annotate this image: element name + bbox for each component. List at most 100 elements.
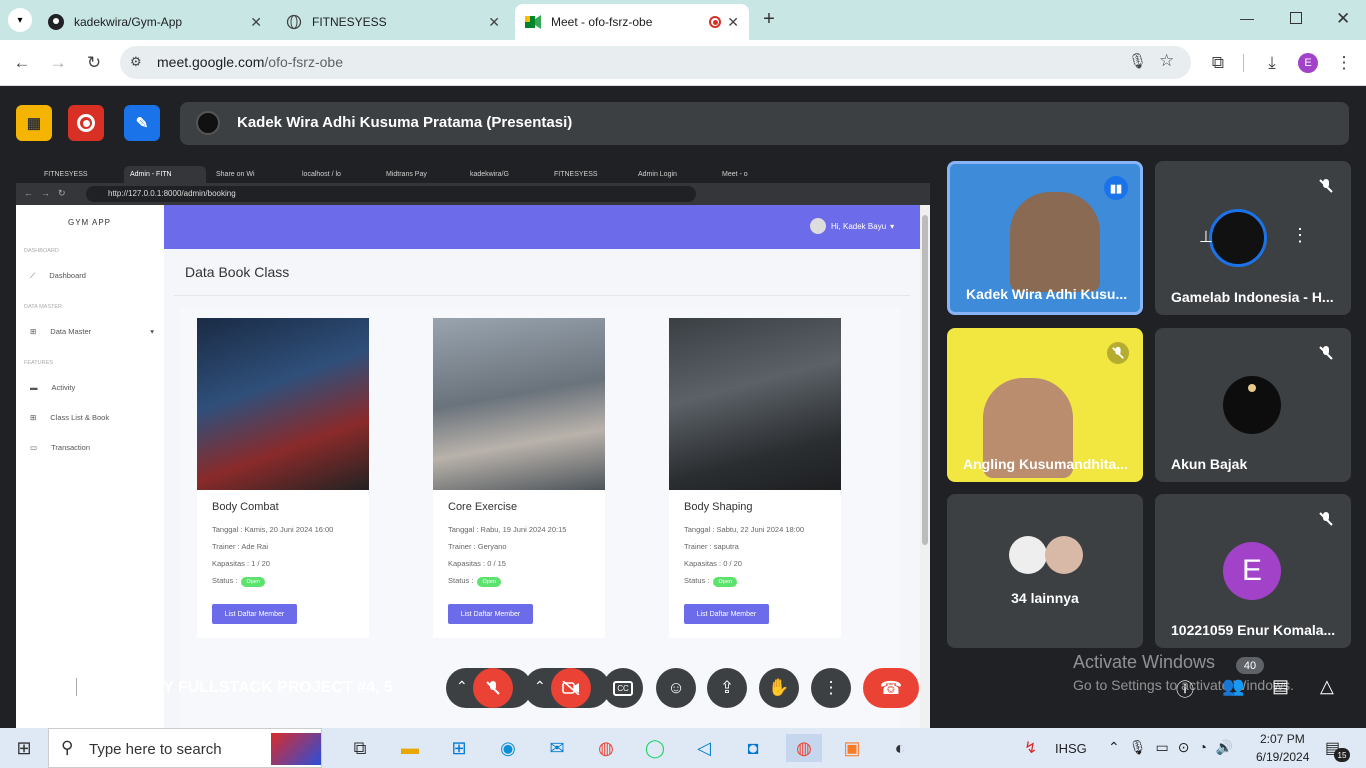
sidebar-item-dashboard[interactable]: ⟋ Dashboard	[30, 271, 86, 281]
class-card: Body Combat Tanggal : Kamis, 20 Juni 202…	[197, 318, 369, 638]
shared-tab-strip: FITNESYESS Admin - FITN Share on Wi loca…	[16, 163, 930, 183]
participant-tile[interactable]: ⊥ ⋮ Gamelab Indonesia - H...	[1155, 161, 1351, 315]
mail-icon[interactable]: ✉	[543, 734, 571, 762]
class-trainer: Trainer : saputra	[684, 542, 739, 551]
presentation-banner: Kadek Wira Adhi Kusuma Pratama (Presenta…	[180, 102, 1349, 145]
bookmark-star-icon[interactable]: ☆	[1159, 51, 1174, 71]
forward-button[interactable]: →	[46, 51, 70, 75]
mic-toggle-button[interactable]	[473, 668, 513, 708]
notification-count: 15	[1334, 748, 1350, 762]
shared-tab: Share on Wi	[216, 171, 255, 178]
url-path: /ofo-fsrz-obe	[264, 54, 343, 70]
more-options-icon[interactable]: ⋮	[1291, 225, 1309, 246]
participant-tile[interactable]: E 10221059 Enur Komala...	[1155, 494, 1351, 648]
browser-toolbar: ← → ↻ ⚙ meet.google.com/ofo-fsrz-obe 🎙 ☆…	[0, 40, 1366, 86]
back-button[interactable]: ←	[10, 51, 34, 75]
member-list-button[interactable]: List Daftar Member	[448, 604, 533, 624]
people-icon[interactable]: 👥	[1222, 676, 1244, 697]
task-view-icon[interactable]: ⧉	[346, 734, 374, 762]
status-badge: Open	[477, 577, 501, 587]
camera-toggle-button[interactable]	[551, 668, 591, 708]
tab-github[interactable]: kadekwira/Gym-App ✕	[38, 4, 272, 40]
activity-app-button[interactable]: ▦	[16, 105, 52, 141]
pin-icon[interactable]: ⊥	[1199, 227, 1213, 247]
meet-icon	[525, 14, 541, 30]
participant-avatar	[1223, 376, 1281, 434]
address-bar[interactable]: ⚙ meet.google.com/ofo-fsrz-obe 🎙 ☆	[120, 46, 1191, 79]
vscode-icon[interactable]: ◁	[690, 734, 718, 762]
extensions-icon[interactable]: ⧉	[1206, 51, 1230, 75]
participant-tile[interactable]: ▮▮ Kadek Wira Adhi Kusu...	[947, 161, 1143, 315]
chat-icon[interactable]: ▤	[1272, 676, 1289, 697]
meeting-time: 14.07	[24, 679, 65, 696]
chrome-icon[interactable]: ◍	[592, 734, 620, 762]
browser-menu-icon[interactable]: ⋮	[1332, 51, 1356, 75]
admin-sidebar: GYM APP DASHBOARD ⟋ Dashboard DATA MASTER…	[16, 205, 164, 733]
profile-avatar[interactable]: E	[1296, 51, 1320, 75]
participant-tile[interactable]: Akun Bajak	[1155, 328, 1351, 482]
meeting-details-icon[interactable]: ⓘ	[1176, 676, 1194, 702]
captions-button[interactable]: CC	[603, 668, 643, 708]
close-icon[interactable]: ✕	[488, 14, 500, 31]
leave-call-button[interactable]: ☎	[863, 668, 919, 708]
minimize-button[interactable]: —	[1240, 10, 1254, 26]
present-button[interactable]: ⇪	[707, 668, 747, 708]
reload-button[interactable]: ↻	[82, 51, 106, 75]
tab-search-button[interactable]: ▾	[8, 8, 32, 32]
chrome-profile-icon[interactable]: ◍	[786, 734, 822, 762]
store-icon[interactable]: ⊞	[445, 734, 473, 762]
tab-meet[interactable]: Meet - ofo-fsrz-obe ✕	[515, 4, 749, 40]
activities-icon[interactable]: △	[1320, 676, 1334, 697]
user-menu[interactable]: Hi, Kadek Bayu ▾	[810, 218, 894, 234]
class-capacity: Kapasitas : 1 / 20	[212, 559, 270, 568]
emoji-button[interactable]: ☺	[656, 668, 696, 708]
others-tile[interactable]: 34 lainnya	[947, 494, 1143, 648]
whatsapp-icon[interactable]: ◯	[641, 734, 669, 762]
class-trainer: Trainer : Ade Rai	[212, 542, 268, 551]
windows-start-icon[interactable]: ⊞	[10, 734, 38, 762]
recording-icon	[709, 16, 722, 28]
meet-window: ▦ ✎ Kadek Wira Adhi Kusuma Pratama (Pres…	[0, 86, 1366, 733]
shared-scrollbar	[920, 205, 930, 733]
clock-date[interactable]: 6/19/2024	[1256, 750, 1309, 764]
sidebar-item-class-list[interactable]: ⊞ Class List & Book	[30, 413, 109, 422]
tab-fitnesyess[interactable]: FITNESYESS ✕	[276, 4, 510, 40]
record-button[interactable]	[68, 105, 104, 141]
member-list-button[interactable]: List Daftar Member	[212, 604, 297, 624]
sidebar-item-data-master[interactable]: ⊞ Data Master ▾	[30, 327, 154, 336]
restore-button[interactable]	[1290, 12, 1302, 24]
participant-tile[interactable]: Angling Kusumandhita...	[947, 328, 1143, 482]
page-title: Data Book Class	[185, 264, 290, 280]
url-host: meet.google.com	[157, 54, 265, 70]
camera-icon[interactable]: ◘	[739, 734, 767, 762]
new-tab-button[interactable]: +	[758, 8, 780, 30]
xampp-icon[interactable]: ▣	[838, 734, 866, 762]
title-divider	[174, 295, 910, 296]
edge-icon[interactable]: ◉	[494, 734, 522, 762]
participant-avatar: E	[1223, 542, 1281, 600]
site-info-icon[interactable]: ⚙	[130, 54, 142, 70]
search-highlight-image	[271, 733, 321, 765]
close-icon[interactable]: ✕	[727, 14, 739, 31]
taskbar-search[interactable]: ⚲ Type here to search	[48, 728, 322, 768]
more-options-button[interactable]: ⋮	[811, 668, 851, 708]
member-list-button[interactable]: List Daftar Member	[684, 604, 769, 624]
shared-tab: FITNESYESS	[554, 171, 598, 178]
shared-screen: FITNESYESS Admin - FITN Share on Wi loca…	[16, 163, 930, 733]
clock-time[interactable]: 2:07 PM	[1260, 732, 1305, 746]
browser-tab-strip: ▾ kadekwira/Gym-App ✕ FITNESYESS ✕ Meet …	[0, 0, 1366, 40]
obs-icon[interactable]: ◐	[886, 734, 914, 762]
sidebar-item-activity[interactable]: ▬ Activity	[30, 383, 75, 392]
system-tray-icons[interactable]: ⌃🎙▭⊙◔🔊	[1108, 739, 1242, 756]
close-window-button[interactable]: ✕	[1336, 9, 1350, 29]
whiteboard-button[interactable]: ✎	[124, 105, 160, 141]
stock-label[interactable]: IHSG	[1055, 741, 1087, 756]
close-icon[interactable]: ✕	[250, 14, 262, 31]
participant-avatar	[1209, 209, 1267, 267]
shared-tab: Meet - o	[722, 171, 748, 178]
raise-hand-button[interactable]: ✋	[759, 668, 799, 708]
download-icon[interactable]: ⤓	[1260, 51, 1284, 75]
file-explorer-icon[interactable]: ▬	[396, 734, 424, 762]
sidebar-item-transaction[interactable]: ▭ Transaction	[30, 443, 90, 452]
microphone-icon[interactable]: 🎙	[1128, 52, 1147, 70]
